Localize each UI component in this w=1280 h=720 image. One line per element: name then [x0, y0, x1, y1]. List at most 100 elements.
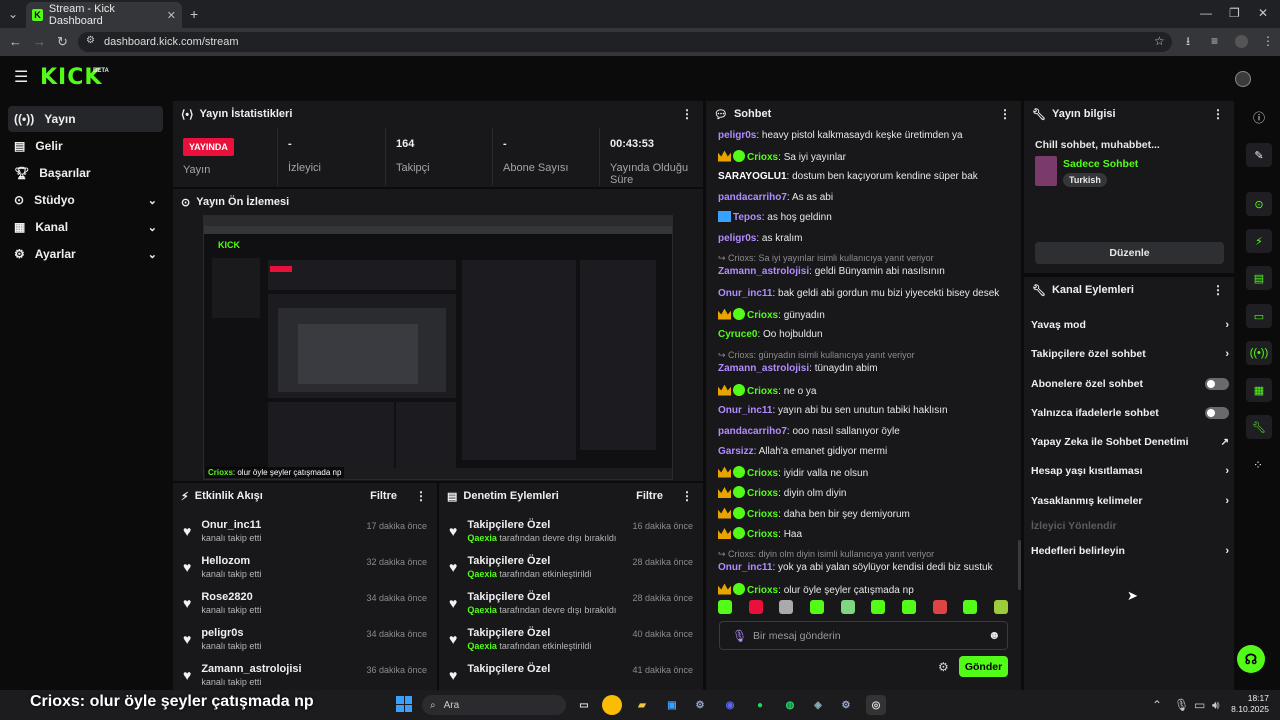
- chat-message[interactable]: Garsizz: Allah'a emanet gidiyor mermi: [718, 445, 1008, 458]
- set-goals-action[interactable]: Hedefleri belirleyin ›: [1031, 543, 1229, 559]
- document-icon[interactable]: ▤: [1246, 266, 1272, 290]
- chat-message[interactable]: Onur_inc11: bak geldi abi gordun mu bizi…: [718, 287, 1008, 300]
- account-age-action[interactable]: Hesap yaşı kısıtlaması ›: [1031, 463, 1229, 479]
- chat-message[interactable]: Crioxs: daha ben bir şey demiyorum: [718, 506, 1008, 521]
- category-thumbnail[interactable]: [1035, 156, 1057, 186]
- file-explorer-icon[interactable]: ▰: [632, 695, 652, 715]
- chat-username[interactable]: Onur_inc11: [718, 562, 772, 573]
- chat-username[interactable]: Crioxs: [747, 310, 778, 321]
- minimize-icon[interactable]: —: [1200, 7, 1212, 19]
- chat-scrollbar[interactable]: [1018, 540, 1021, 590]
- chat-message[interactable]: Crioxs: olur öyle şeyler çatışmada np: [718, 582, 1008, 597]
- forward-icon[interactable]: →: [33, 35, 46, 48]
- tray-chevron-icon[interactable]: ⌃: [1152, 699, 1162, 711]
- chat-message[interactable]: Onur_inc11: yok ya abi yalan söylüyor ke…: [718, 561, 1008, 574]
- filter-button[interactable]: Filtre: [370, 490, 397, 502]
- windows-start-icon[interactable]: [396, 696, 412, 712]
- sidebar-item-ayarlar[interactable]: ⚙ Ayarlar ⌄: [8, 241, 163, 267]
- emote-icon[interactable]: [809, 600, 824, 614]
- subscribers-only-toggle[interactable]: [1205, 378, 1229, 390]
- url-field[interactable]: dashboard.kick.com/stream: [78, 32, 1172, 52]
- chat-username[interactable]: Zamann_astrolojisi: [718, 266, 809, 277]
- sidebar-item-yayin[interactable]: ((•)) Yayın: [8, 106, 163, 132]
- emote-icon[interactable]: [748, 600, 763, 614]
- list-item[interactable]: ♥ Takipçilere Özel 41 dakika önce: [439, 663, 703, 690]
- emote-icon[interactable]: [993, 600, 1008, 614]
- list-item[interactable]: ♥ Takipçilere Özel Qaexia tarafından etkin…: [439, 555, 703, 591]
- send-button[interactable]: Gönder: [959, 656, 1008, 677]
- microphone-icon[interactable]: 🎙︎: [732, 629, 747, 643]
- spotify-icon[interactable]: ●: [750, 695, 770, 715]
- more-options-icon[interactable]: ⋮: [415, 489, 427, 503]
- camera-icon[interactable]: ⊙: [1246, 192, 1272, 216]
- emote-icon[interactable]: [901, 600, 916, 614]
- emote-icon[interactable]: [718, 600, 732, 614]
- emote-icon[interactable]: [840, 600, 855, 614]
- chat-message[interactable]: peligr0s: heavy pistol kalkmasaydı keşke…: [718, 129, 1008, 142]
- steam-icon[interactable]: ⚙: [690, 695, 710, 715]
- chat-bubble-icon[interactable]: ▭: [1246, 304, 1272, 328]
- new-tab-icon[interactable]: +: [190, 7, 198, 21]
- chat-username[interactable]: Garsizz: [718, 446, 754, 457]
- edit-pencil-icon[interactable]: ✎: [1246, 143, 1272, 167]
- chat-username[interactable]: Crioxs: [747, 529, 778, 540]
- chat-username[interactable]: Crioxs: [747, 585, 778, 596]
- whatsapp-icon[interactable]: ◍: [780, 695, 800, 715]
- steam-icon[interactable]: ⚙: [836, 695, 856, 715]
- chat-message[interactable]: Crioxs: Haa: [718, 527, 1008, 541]
- list-item[interactable]: ♥ Takipçilere Özel Qaexia tarafından etkin…: [439, 627, 703, 663]
- tag-chip[interactable]: Turkish: [1063, 173, 1107, 187]
- chat-username[interactable]: Crioxs: [747, 468, 778, 479]
- chat-input[interactable]: 🎙︎ Bir mesaj gönderin ☻: [719, 621, 1008, 650]
- close-tab-icon[interactable]: ✕: [167, 9, 176, 22]
- list-item[interactable]: ♥ Rose2820 kanalı takip etti 34 dakika önce: [173, 591, 437, 627]
- support-headset-icon[interactable]: ☊: [1237, 645, 1265, 673]
- chat-username[interactable]: peligr0s: [718, 130, 756, 141]
- sidebar-item-kanal[interactable]: ▦ Kanal ⌄: [8, 214, 163, 240]
- chat-message[interactable]: Crioxs: ne o ya: [718, 383, 1008, 398]
- browser-tab[interactable]: K Stream - Kick Dashboard ✕: [26, 2, 182, 28]
- microphone-tray-icon[interactable]: 🎙︎: [1174, 699, 1189, 711]
- media-icon[interactable]: ≡: [1211, 35, 1218, 47]
- chat-username[interactable]: Crioxs: [747, 509, 778, 520]
- emote-icon[interactable]: [932, 600, 947, 614]
- wrench-icon[interactable]: 🔧︎: [1246, 415, 1272, 439]
- profile-avatar-icon[interactable]: [1235, 35, 1248, 48]
- reload-icon[interactable]: ↻: [57, 35, 68, 48]
- chat-username[interactable]: Cyruce0: [718, 329, 757, 340]
- obs-icon[interactable]: ◎: [866, 695, 886, 715]
- category-link[interactable]: Sadece Sohbet: [1063, 158, 1138, 170]
- filter-button[interactable]: Filtre: [636, 490, 663, 502]
- more-options-icon[interactable]: ⋮: [681, 107, 693, 121]
- chat-username[interactable]: SARAYOGLU1: [718, 171, 787, 182]
- chat-username[interactable]: Onur_inc11: [718, 405, 772, 416]
- sidebar-item-gelir[interactable]: ▤ Gelir: [8, 133, 163, 159]
- taskbar-clock[interactable]: 18:17 8.10.2025: [1229, 693, 1269, 715]
- broadcast-icon[interactable]: ((•)): [1246, 341, 1272, 365]
- chat-message[interactable]: Crioxs: diyin olm diyin: [718, 486, 1008, 500]
- store-icon[interactable]: ▣: [662, 695, 682, 715]
- chat-username[interactable]: Tepos: [733, 212, 762, 223]
- ai-moderation-action[interactable]: Yapay Zeka ile Sohbet Denetimi ↗: [1031, 434, 1229, 450]
- site-info-icon[interactable]: ⚙: [86, 36, 95, 46]
- chat-message[interactable]: Zamann_astrolojisi: geldi Bünyamin abi n…: [718, 265, 1008, 278]
- emote-icon[interactable]: [871, 600, 886, 614]
- chat-message[interactable]: Crioxs: iyidir valla ne olsun: [718, 465, 1008, 480]
- back-icon[interactable]: ←: [9, 35, 22, 48]
- download-icon[interactable]: ⭳: [1186, 35, 1190, 47]
- lightning-icon[interactable]: ⚡︎: [1246, 229, 1272, 253]
- maximize-icon[interactable]: ❐: [1229, 7, 1240, 19]
- bookmark-star-icon[interactable]: ☆: [1154, 35, 1165, 47]
- emotes-only-toggle[interactable]: [1205, 407, 1229, 419]
- tab-list-chevron-icon[interactable]: ⌄: [8, 8, 18, 20]
- chat-username[interactable]: Crioxs: [747, 488, 778, 499]
- chat-message[interactable]: Crioxs: Sa iyi yayınlar: [718, 149, 1008, 164]
- sidebar-item-studyo[interactable]: ⊙ Stüdyo ⌄: [8, 187, 163, 213]
- chrome-icon[interactable]: [602, 695, 622, 715]
- chat-username[interactable]: Crioxs: [747, 386, 778, 397]
- chat-message[interactable]: Cyruce0: Oo hojbuldun: [718, 328, 1008, 341]
- chat-message[interactable]: Onur_inc11: yayın abi bu sen unutun tabi…: [718, 404, 1008, 417]
- chat-username[interactable]: Crioxs: [747, 152, 778, 163]
- chat-username[interactable]: peligr0s: [718, 233, 756, 244]
- more-options-icon[interactable]: ⋮: [999, 107, 1011, 121]
